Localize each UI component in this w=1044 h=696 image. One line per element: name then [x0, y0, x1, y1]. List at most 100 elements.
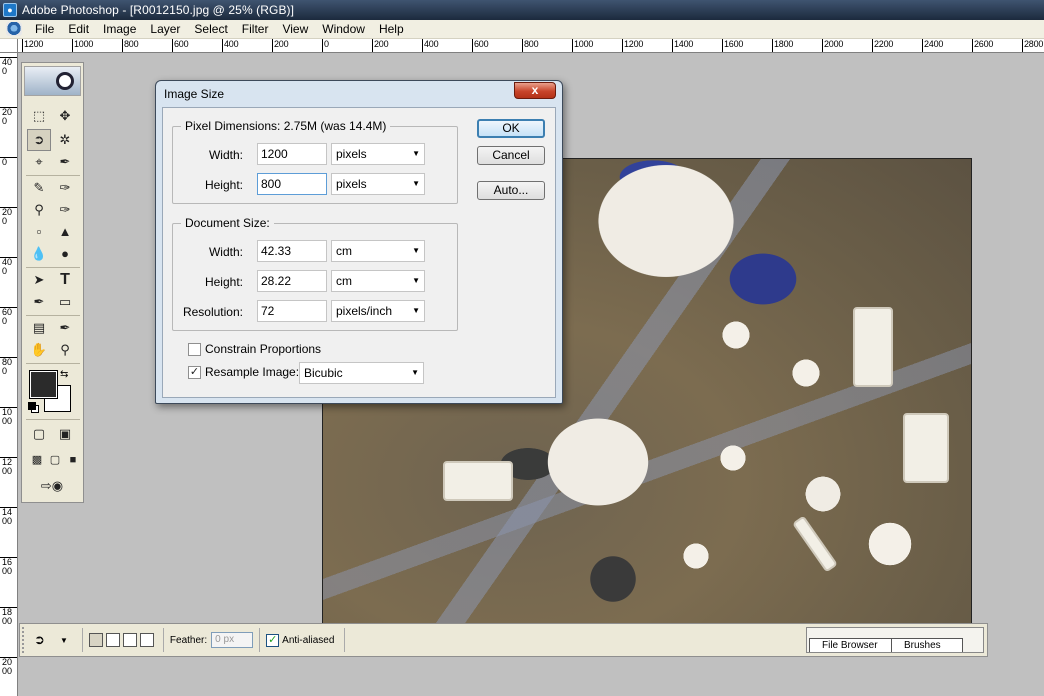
zoom-tool-icon[interactable]: ⚲ [53, 339, 77, 361]
ruler-label: 2800 [1022, 39, 1043, 52]
eyedropper-tool-icon[interactable]: ✒ [53, 317, 77, 339]
quick-mask-mode-icon[interactable]: ▣ [53, 423, 77, 445]
marquee-tool-icon[interactable]: ⬚ [27, 105, 51, 127]
doc-height-input[interactable]: 28.22 [257, 270, 327, 292]
menu-window[interactable]: Window [315, 20, 372, 39]
cancel-button[interactable]: Cancel [477, 146, 545, 165]
pen-tool-icon[interactable]: ✒ [27, 291, 51, 313]
image-size-dialog: Image Size x Pixel Dimensions: 2.75M (wa… [155, 80, 563, 404]
menu-view[interactable]: View [275, 20, 315, 39]
menu-help[interactable]: Help [372, 20, 411, 39]
crop-tool-icon[interactable]: ⌖ [27, 151, 51, 173]
menu-filter[interactable]: Filter [235, 20, 276, 39]
resample-method-select[interactable]: Bicubic ▼ [299, 362, 424, 384]
resolution-input[interactable]: 72 [257, 300, 327, 322]
new-selection-icon[interactable] [88, 633, 103, 647]
anti-aliased-checkbox[interactable]: ✓ [266, 633, 280, 647]
tab-brushes[interactable]: Brushes [891, 638, 963, 652]
subtract-from-selection-icon[interactable] [122, 633, 137, 647]
resample-image-row[interactable]: ✓ Resample Image: [188, 365, 299, 379]
ruler-label: 200 [372, 39, 389, 52]
adobe-online-icon[interactable] [56, 72, 74, 90]
options-bar-grip[interactable] [22, 627, 28, 653]
palette-well: File Browser Brushes [806, 627, 984, 653]
add-to-selection-icon[interactable] [105, 633, 120, 647]
notes-tool-icon[interactable]: ▤ [27, 317, 51, 339]
feather-input[interactable]: 0 px [211, 632, 254, 648]
menu-image[interactable]: Image [96, 20, 143, 39]
eraser-tool-icon[interactable]: ▫ [27, 221, 51, 243]
toolbox-header[interactable] [24, 66, 81, 96]
document-icon[interactable] [6, 22, 22, 36]
jump-to-imageready-icon[interactable]: ⇨◉ [27, 475, 77, 497]
dodge-tool-icon[interactable]: ● [53, 243, 77, 265]
ruler-label: 1200 [22, 39, 43, 52]
screen-mode-full-icon[interactable]: ■ [61, 449, 85, 471]
hand-tool-icon[interactable]: ✋ [27, 339, 51, 361]
move-tool-icon[interactable]: ✥ [53, 105, 77, 127]
close-button[interactable]: x [514, 82, 556, 99]
resample-image-checkbox[interactable]: ✓ [188, 365, 201, 379]
title-bar: ● Adobe Photoshop - [R0012150.jpg @ 25% … [0, 0, 1044, 20]
photo-building [853, 307, 893, 387]
vertical-ruler[interactable]: 400 200 0 200 400 600 800 1000 1200 1400… [0, 53, 18, 696]
constrain-proportions-row[interactable]: Constrain Proportions [188, 342, 321, 356]
ruler-label: 1200 [622, 39, 643, 52]
doc-width-unit-select[interactable]: cm ▼ [331, 240, 425, 262]
doc-width-input[interactable]: 42.33 [257, 240, 327, 262]
lasso-tool-icon[interactable]: ➲ [27, 129, 51, 151]
ruler-corner[interactable] [0, 39, 18, 53]
foreground-color-swatch[interactable] [29, 370, 58, 399]
menu-file[interactable]: File [28, 20, 61, 39]
auto-button[interactable]: Auto... [477, 181, 545, 200]
doc-height-unit-select[interactable]: cm ▼ [331, 270, 425, 292]
ruler-label: 0 [0, 157, 17, 167]
ruler-label: 1000 [72, 39, 93, 52]
chevron-down-icon[interactable]: ▼ [60, 636, 68, 645]
slice-tool-icon[interactable]: ✒ [53, 151, 77, 173]
ruler-label: 1600 [0, 557, 17, 576]
shape-tool-icon[interactable]: ▭ [53, 291, 77, 313]
photo-building [903, 413, 949, 483]
type-tool-icon[interactable]: T [53, 269, 77, 291]
chevron-down-icon: ▼ [412, 179, 420, 188]
menu-edit[interactable]: Edit [61, 20, 96, 39]
magic-wand-tool-icon[interactable]: ✲ [53, 129, 77, 151]
menu-select[interactable]: Select [187, 20, 234, 39]
anti-aliased-label: Anti-aliased [282, 634, 335, 646]
default-colors-icon[interactable] [28, 402, 36, 410]
swap-colors-icon[interactable]: ⇆ [60, 369, 68, 380]
paint-bucket-icon[interactable]: ▲ [53, 221, 77, 243]
blur-tool-icon[interactable]: 💧 [27, 243, 51, 265]
ruler-label: 200 [0, 107, 17, 126]
resolution-unit: pixels/inch [336, 304, 393, 318]
horizontal-ruler[interactable]: 1200 1000 800 600 400 200 0 200 400 600 … [18, 39, 1044, 53]
ruler-label: 400 [422, 39, 439, 52]
resample-method: Bicubic [304, 366, 343, 380]
pixel-width-input[interactable]: 1200 [257, 143, 327, 165]
ruler-label: 1000 [0, 407, 17, 426]
resolution-unit-select[interactable]: pixels/inch ▼ [331, 300, 425, 322]
dialog-title: Image Size [164, 87, 225, 101]
ruler-label: 800 [122, 39, 139, 52]
pixel-height-input[interactable]: 800 [257, 173, 327, 195]
ruler-label: 400 [0, 257, 17, 276]
pixel-height-unit-select[interactable]: pixels ▼ [331, 173, 425, 195]
ruler-label: 1400 [672, 39, 693, 52]
tab-file-browser[interactable]: File Browser [809, 638, 895, 652]
constrain-proportions-checkbox[interactable] [188, 342, 201, 356]
menu-layer[interactable]: Layer [143, 20, 187, 39]
brush-tool-icon[interactable]: ✑ [53, 177, 77, 199]
chevron-down-icon: ▼ [412, 276, 420, 285]
clone-stamp-icon[interactable]: ⚲ [27, 199, 51, 221]
standard-mode-icon[interactable]: ▢ [27, 423, 51, 445]
healing-brush-icon[interactable]: ✎ [27, 177, 51, 199]
pixel-width-unit-select[interactable]: pixels ▼ [331, 143, 425, 165]
photoshop-app-icon[interactable]: ● [3, 3, 17, 17]
lasso-preset-icon[interactable]: ➲ [34, 632, 60, 648]
intersect-selection-icon[interactable] [139, 633, 154, 647]
ok-button[interactable]: OK [477, 119, 545, 138]
history-brush-icon[interactable]: ✑ [53, 199, 77, 221]
ruler-label: 200 [272, 39, 289, 52]
path-selection-icon[interactable]: ➤ [27, 269, 51, 291]
